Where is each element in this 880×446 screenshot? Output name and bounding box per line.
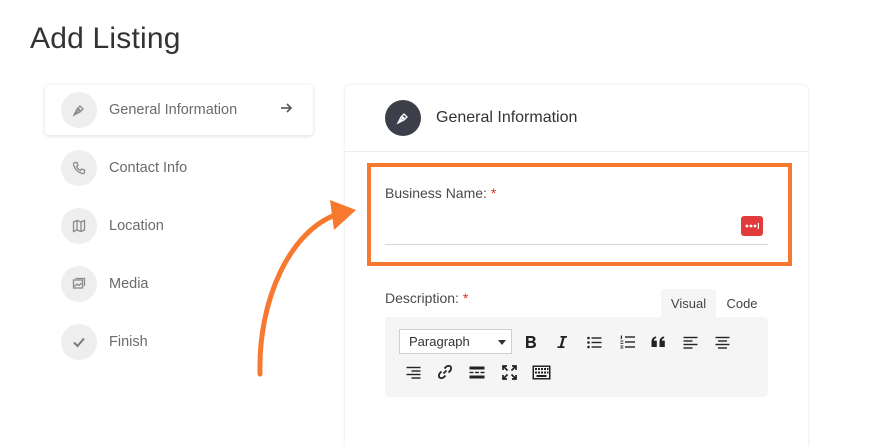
read-more-icon[interactable]: [465, 360, 489, 384]
tab-visual[interactable]: Visual: [661, 289, 716, 317]
pen-nib-icon: [385, 100, 421, 136]
images-icon: [61, 266, 97, 302]
format-select-value: Paragraph: [409, 334, 470, 349]
align-right-icon[interactable]: [401, 360, 425, 384]
check-icon: [61, 324, 97, 360]
format-select[interactable]: Paragraph: [399, 329, 512, 354]
bullet-list-icon[interactable]: [582, 330, 606, 354]
bold-icon[interactable]: [519, 330, 543, 354]
password-manager-icon[interactable]: [741, 216, 763, 236]
page-title: Add Listing: [30, 22, 181, 55]
phone-icon: [61, 150, 97, 186]
step-label: General Information: [109, 102, 238, 118]
card-header: General Information: [345, 85, 808, 152]
chevron-down-icon: [498, 340, 506, 345]
description-label-text: Description:: [385, 290, 459, 306]
map-icon: [61, 208, 97, 244]
business-name-input[interactable]: [385, 210, 768, 245]
step-contact-info[interactable]: Contact Info: [45, 143, 313, 193]
business-name-label-text: Business Name:: [385, 185, 487, 201]
required-mark: *: [490, 185, 497, 201]
numbered-list-icon[interactable]: [615, 330, 639, 354]
step-label: Location: [109, 218, 164, 234]
step-label: Finish: [109, 334, 148, 350]
fullscreen-icon[interactable]: [497, 360, 521, 384]
tab-code[interactable]: Code: [718, 289, 766, 317]
description-label: Description: *: [385, 290, 468, 306]
step-label: Contact Info: [109, 160, 188, 176]
arrow-right-icon: [279, 101, 293, 120]
business-name-label: Business Name: *: [385, 185, 496, 201]
italic-icon[interactable]: [550, 330, 574, 354]
step-label: Media: [109, 276, 149, 292]
blockquote-icon[interactable]: [646, 330, 670, 354]
align-center-icon[interactable]: [710, 330, 734, 354]
card-title: General Information: [436, 109, 578, 126]
link-icon[interactable]: [433, 360, 457, 384]
pen-nib-icon: [61, 92, 97, 128]
required-mark: *: [462, 290, 469, 306]
step-general-information[interactable]: General Information: [45, 85, 313, 135]
callout-arrow-icon: [257, 200, 356, 377]
editor-toolbar: Paragraph: [385, 317, 768, 397]
toolbar-toggle-icon[interactable]: [529, 360, 553, 384]
align-left-icon[interactable]: [678, 330, 702, 354]
